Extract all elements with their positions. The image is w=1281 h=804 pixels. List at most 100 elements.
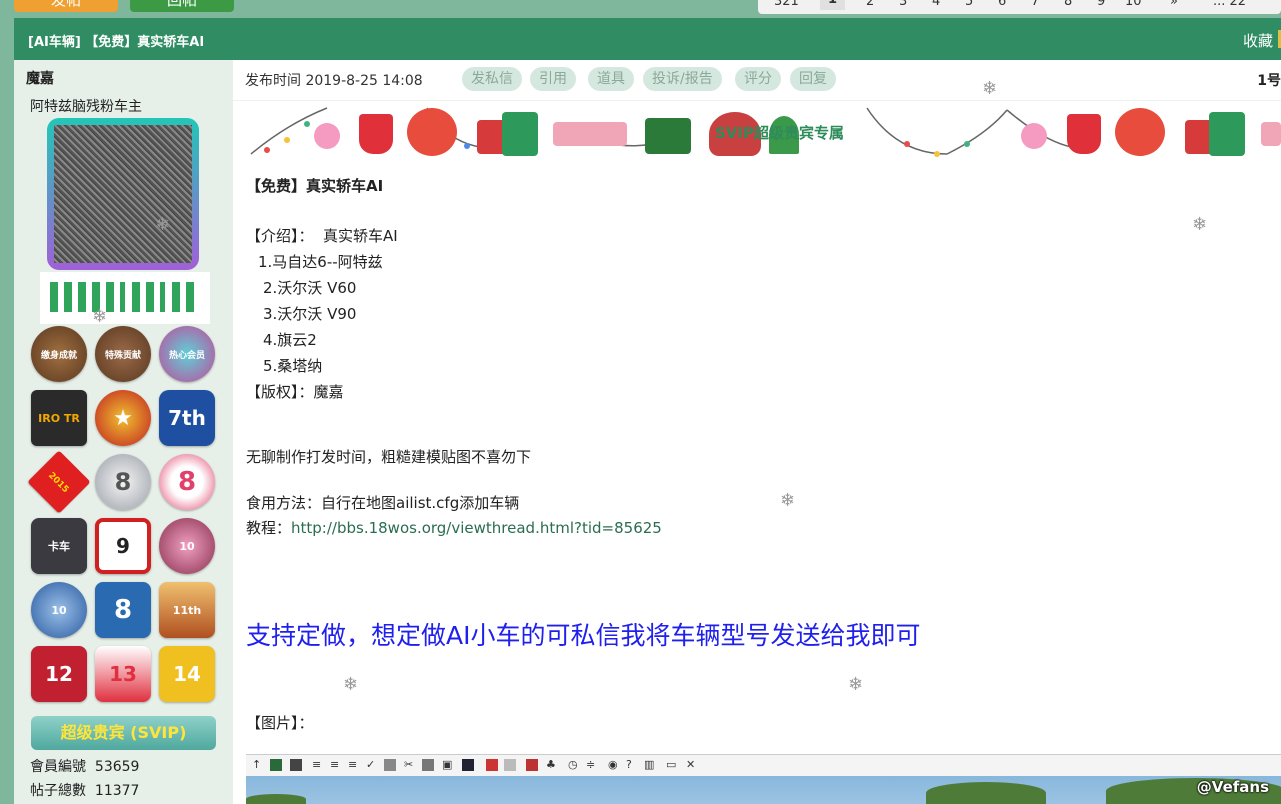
page-link[interactable]: 321	[774, 0, 799, 9]
page-link[interactable]: 8	[1064, 0, 1072, 9]
page-link[interactable]: 5	[965, 0, 973, 9]
custom-order-note: 支持定做，想定做AI小车的可私信我将车辆型号发送给我即可	[246, 621, 921, 650]
author-note: 无聊制作打发时间，粗糙建模贴图不喜勿下	[246, 448, 532, 466]
screenshot-toolbar: ↑ ≡ ≡ ≡ ✓ ✂ ▣ ♣ ◷ ≑ ◉ ? ▥ ▭ ✕	[246, 754, 1281, 777]
road-icon: ≡	[330, 758, 340, 771]
medal-icon[interactable]: 热心会员	[159, 326, 215, 382]
gift-icon	[1261, 122, 1281, 146]
props-button[interactable]: 道具	[588, 67, 634, 91]
medal-icon[interactable]: IRO TR	[31, 390, 87, 446]
rate-button[interactable]: 评分	[735, 67, 781, 91]
medal-icon[interactable]: 缴身成就	[31, 326, 87, 382]
medal-icon[interactable]: 8	[95, 454, 151, 510]
gift-icon	[502, 112, 538, 156]
member-id-label: 會員編號	[30, 759, 86, 775]
holiday-banner: SVIP超级贵宾专属	[247, 104, 1281, 162]
medal-icon[interactable]: 10	[159, 518, 215, 574]
page-link[interactable]: 3	[899, 0, 907, 9]
medal-icon[interactable]: 13	[95, 646, 151, 702]
snowflake-icon: ❄	[92, 306, 108, 327]
gift-icon	[645, 118, 691, 154]
author-sidebar: 魔嘉 阿特兹脑残粉车主 缴身成就 特殊贡献 热心会员 IRO TR ★ 7th …	[14, 60, 233, 804]
post-count-row: 帖子總數 11377	[30, 780, 139, 800]
member-id-value: 53659	[94, 759, 140, 775]
car-list-item: 1.马自达6--阿特兹	[258, 253, 383, 271]
author-title: 阿特兹脑残粉车主	[30, 99, 142, 115]
reply-button[interactable]: 回复	[790, 67, 836, 91]
up-arrow-icon: ↑	[252, 758, 262, 771]
report-button[interactable]: 投诉/报告	[643, 67, 722, 91]
car-list-item: 4.旗云2	[263, 331, 317, 349]
snowflake-icon: ❄	[155, 214, 171, 235]
tool-icon	[384, 759, 396, 771]
page-link[interactable]: 6	[998, 0, 1006, 9]
tool-icon: ▭	[666, 758, 677, 771]
medal-icon[interactable]: 11th	[159, 582, 215, 638]
page-link[interactable]: 10	[1125, 0, 1142, 9]
snowflake-icon: ❄	[848, 674, 864, 695]
medal-icon[interactable]: 9	[95, 518, 151, 574]
reply-post-button[interactable]: 回帖	[130, 0, 234, 12]
tool-icon: ▥	[644, 758, 655, 771]
page-last-link[interactable]: ... 22	[1213, 0, 1246, 9]
member-id-row: 會員編號 53659	[30, 756, 139, 776]
road-icon: ≡	[312, 758, 322, 771]
post-content-area: 发布时间 2019-8-25 14:08 发私信 引用 道具 投诉/报告 评分 …	[233, 60, 1281, 804]
user-group-icon	[40, 272, 210, 324]
car-list-item: 3.沃尔沃 V90	[263, 305, 357, 323]
tutorial-line: 教程：http://bbs.18wos.org/viewthread.html?…	[246, 517, 662, 538]
top-strip: 发帖 回帖 321 1 2 3 4 5 6 7 8 9 10 » ... 22	[0, 0, 1281, 18]
avatar-image	[54, 125, 192, 263]
post-count-value[interactable]: 11377	[95, 783, 140, 799]
tool-icon: ♣	[546, 758, 556, 771]
medal-icon[interactable]: 卡车	[31, 518, 87, 574]
banner-text: SVIP超级贵宾专属	[715, 124, 844, 142]
author-name[interactable]: 魔嘉	[26, 68, 54, 88]
copyright-line: 【版权】：魔嘉	[246, 383, 344, 401]
floor-number: 1号	[1257, 73, 1281, 89]
medal-icon[interactable]: 8	[95, 582, 151, 638]
medal-icon[interactable]: 8	[159, 454, 215, 510]
close-icon: ✕	[686, 758, 696, 771]
page-link[interactable]: 9	[1097, 0, 1105, 9]
santa-icon	[1115, 108, 1165, 156]
lock-icon: ▣	[442, 758, 453, 771]
divider	[233, 100, 1281, 101]
page-link[interactable]: 2	[866, 0, 874, 9]
avatar[interactable]	[47, 118, 199, 270]
screenshot-image[interactable]	[246, 776, 1281, 804]
medal-icon[interactable]: 特殊贡献	[95, 326, 151, 382]
medal-icon[interactable]: 10	[31, 582, 87, 638]
medal-icon[interactable]: ★	[95, 390, 151, 446]
images-label: 【图片】：	[246, 714, 314, 732]
snowflake-icon: ❄	[982, 78, 998, 99]
car-list-item: 5.桑塔纳	[263, 357, 323, 375]
save-icon	[290, 759, 302, 771]
thread-title-bar: [AI车辆] 【免费】真实轿车AI 收藏	[14, 18, 1281, 60]
eye-icon: ◉	[608, 758, 618, 771]
medal-icon[interactable]: 2015	[27, 450, 91, 514]
medal-icon[interactable]: 7th	[159, 390, 215, 446]
snowflake-icon: ❄	[1192, 214, 1208, 235]
tool-icon	[526, 759, 538, 771]
vip-badge: 超级贵宾 (SVIP)	[31, 716, 216, 750]
car-list-item: 2.沃尔沃 V60	[263, 279, 357, 297]
tutorial-label: 教程：	[246, 519, 292, 537]
page-link[interactable]: 4	[932, 0, 940, 9]
tutorial-link[interactable]: http://bbs.18wos.org/viewthread.html?tid…	[291, 519, 662, 537]
favorite-button[interactable]: 收藏	[1243, 30, 1273, 51]
send-message-button[interactable]: 发私信	[462, 67, 522, 91]
medal-icon[interactable]: 12	[31, 646, 87, 702]
page-next-link[interactable]: »	[1170, 0, 1178, 9]
medal-icon[interactable]: 14	[159, 646, 215, 702]
tool-icon	[504, 759, 516, 771]
page-link[interactable]: 7	[1031, 0, 1039, 9]
tool-icon: ✓	[366, 758, 376, 771]
stocking-icon	[1067, 114, 1101, 154]
new-post-button[interactable]: 发帖	[14, 0, 118, 12]
quote-button[interactable]: 引用	[530, 67, 576, 91]
clock-icon: ◷	[568, 758, 578, 771]
watermark: @Vefans	[1196, 778, 1269, 796]
intro-line: 【介绍】： 真实轿车AI	[246, 227, 398, 245]
tool-icon	[422, 759, 434, 771]
